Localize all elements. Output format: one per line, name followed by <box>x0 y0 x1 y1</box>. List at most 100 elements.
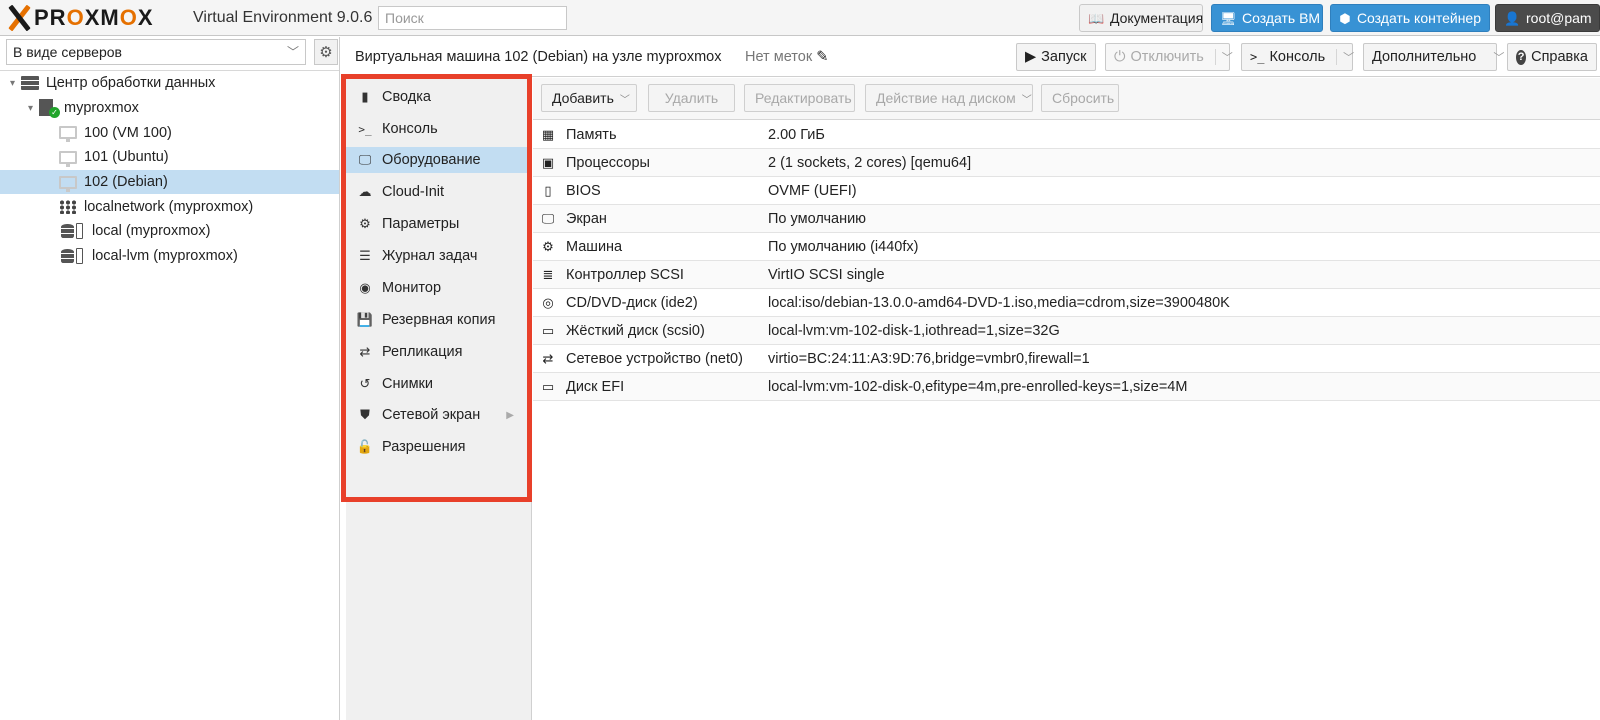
table-row[interactable]: ≣ Контроллер SCSI VirtIO SCSI single <box>533 261 1600 289</box>
chevron-down-icon: ﹀ <box>619 94 630 106</box>
hardware-value: virtio=BC:24:11:A3:9D:76,bridge=vmbr0,fi… <box>768 350 1090 367</box>
table-row[interactable]: ⇄ Сетевое устройство (net0) virtio=BC:24… <box>533 345 1600 373</box>
table-row[interactable]: ▯ BIOS OVMF (UEFI) <box>533 177 1600 205</box>
tree-item-datacenter[interactable]: ▾ Центр обработки данных <box>0 71 339 96</box>
view-mode-select[interactable]: В виде серверов ﹀ <box>6 39 306 65</box>
hardware-name: Память <box>566 126 617 143</box>
vm-icon <box>59 150 77 167</box>
tree-item-label: local-lvm (myproxmox) <box>92 248 238 265</box>
tree-item-label: Центр обработки данных <box>46 75 216 92</box>
logo-wordmark: PROXMOX <box>34 5 154 30</box>
tree-item-storage-local[interactable]: local (myproxmox) <box>0 219 339 244</box>
table-row[interactable]: 🖵 Экран По умолчанию <box>533 205 1600 233</box>
hardware-toolbar: Добавить ﹀ Удалить Редактировать Действи… <box>533 78 1600 120</box>
help-icon: ? <box>1516 49 1527 65</box>
tree-item-label: localnetwork (myproxmox) <box>84 198 254 215</box>
edit-button[interactable]: Редактировать <box>744 84 855 112</box>
disk-action-label: Действие над диском <box>876 90 1016 106</box>
expand-icon[interactable]: ▾ <box>10 78 20 89</box>
tree-item-label: 101 (Ubuntu) <box>84 149 169 166</box>
version-label: Virtual Environment 9.0.6 <box>193 9 373 26</box>
cpu-icon: ▣ <box>541 154 555 170</box>
hdd-icon: ▭ <box>541 322 555 338</box>
logo-x-icon <box>6 4 32 32</box>
expand-icon[interactable]: ▾ <box>28 103 38 114</box>
storage-icon <box>61 248 83 265</box>
hardware-value: OVMF (UEFI) <box>768 182 857 199</box>
storage-icon <box>61 223 83 240</box>
tags-area[interactable]: Нет меток ✎ <box>745 49 828 65</box>
revert-button[interactable]: Сбросить <box>1041 84 1119 112</box>
power-icon: ⏻ <box>1114 49 1126 65</box>
documentation-label: Документация <box>1110 10 1204 26</box>
view-mode-value: В виде серверов <box>13 44 122 60</box>
database-icon: ≣ <box>542 266 554 282</box>
hardware-value: local-lvm:vm-102-disk-1,iothread=1,size=… <box>768 322 1060 339</box>
proxmox-logo: PROXMOX <box>6 4 154 32</box>
tree-item-label: local (myproxmox) <box>92 223 211 240</box>
hardware-name: Жёсткий диск (scsi0) <box>566 322 705 339</box>
more-button[interactable]: Дополнительно ﹀ <box>1363 43 1504 71</box>
search-input[interactable] <box>378 6 567 30</box>
hardware-name: Экран <box>566 210 607 227</box>
console-button[interactable]: >_ Консоль ﹀ <box>1241 43 1354 71</box>
tree-item-vm-101[interactable]: 101 (Ubuntu) <box>0 145 339 170</box>
hardware-name: Контроллер SCSI <box>566 266 684 283</box>
tree-item-storage-local-lvm[interactable]: local-lvm (myproxmox) <box>0 244 339 269</box>
page-title: Виртуальная машина 102 (Debian) на узле … <box>355 49 722 65</box>
chevron-down-icon: ﹀ <box>286 45 299 59</box>
tree-item-localnetwork[interactable]: localnetwork (myproxmox) <box>0 194 339 219</box>
pencil-icon[interactable]: ✎ <box>816 49 828 65</box>
tags-label: Нет меток <box>745 49 813 65</box>
remove-button[interactable]: Удалить <box>648 84 735 112</box>
hardware-name: Машина <box>566 238 623 255</box>
hardware-name: BIOS <box>566 182 601 199</box>
user-label: root@pam <box>1526 10 1592 26</box>
network-grid-icon <box>59 199 77 214</box>
tree-item-vm-102[interactable]: 102 (Debian) <box>0 169 339 195</box>
shutdown-label: Отключить <box>1130 49 1204 65</box>
chevron-down-icon[interactable]: ﹀ <box>1336 49 1354 65</box>
table-row[interactable]: ▭ Диск EFI local-lvm:vm-102-disk-0,efity… <box>533 373 1600 401</box>
tree-settings-button[interactable]: ⚙ <box>314 39 338 65</box>
create-container-button[interactable]: ⬢ Создать контейнер <box>1330 4 1490 32</box>
documentation-button[interactable]: 📖 Документация <box>1079 4 1203 32</box>
edit-label: Редактировать <box>755 90 852 106</box>
start-button[interactable]: ▶ Запуск <box>1016 43 1096 71</box>
tree-item-label: 102 (Debian) <box>84 174 168 191</box>
create-vm-label: Создать ВМ <box>1242 10 1321 26</box>
tree-item-node[interactable]: ▾ ✓ myproxmox <box>0 96 339 121</box>
chevron-down-icon: ﹀ <box>1021 94 1032 106</box>
table-row[interactable]: ▭ Жёсткий диск (scsi0) local-lvm:vm-102-… <box>533 317 1600 345</box>
cdrom-icon: ◎ <box>542 294 554 310</box>
server-icon <box>21 76 39 91</box>
add-hardware-button[interactable]: Добавить ﹀ <box>541 84 637 112</box>
content-titlebar: Виртуальная машина 102 (Debian) на узле … <box>341 37 1600 77</box>
create-vm-button[interactable]: 🖥 Создать ВМ <box>1211 4 1323 32</box>
tree-item-vm-100[interactable]: 100 (VM 100) <box>0 120 339 145</box>
user-menu-button[interactable]: 👤 root@pam <box>1495 4 1600 32</box>
help-label: Справка <box>1531 49 1588 65</box>
start-label: Запуск <box>1041 49 1087 65</box>
desktop-icon: 🖵 <box>541 210 555 226</box>
shutdown-button[interactable]: ⏻ Отключить ﹀ <box>1105 43 1233 71</box>
more-label: Дополнительно <box>1372 49 1477 65</box>
resource-tree: ▾ Центр обработки данных ▾ ✓ myproxmox 1… <box>0 70 339 269</box>
tree-item-label: 100 (VM 100) <box>84 124 172 141</box>
hardware-value: 2.00 ГиБ <box>768 126 825 143</box>
table-row[interactable]: ◎ CD/DVD-диск (ide2) local:iso/debian-13… <box>533 289 1600 317</box>
disk-action-button[interactable]: Действие над диском ﹀ <box>865 84 1033 112</box>
node-online-icon: ✓ <box>39 99 60 119</box>
help-button[interactable]: ? Справка <box>1507 43 1597 71</box>
desktop-icon: 🖥 <box>1220 10 1237 26</box>
table-row[interactable]: ▣ Процессоры 2 (1 sockets, 2 cores) [qem… <box>533 149 1600 177</box>
vm-icon <box>59 126 77 143</box>
table-row[interactable]: ⚙ Машина По умолчанию (i440fx) <box>533 233 1600 261</box>
chevron-down-icon[interactable]: ﹀ <box>1214 49 1233 65</box>
exchange-icon: ⇄ <box>542 350 554 366</box>
cube-icon: ⬢ <box>1339 10 1351 26</box>
table-row[interactable]: ▦ Память 2.00 ГиБ <box>533 121 1600 149</box>
hardware-value: VirtIO SCSI single <box>768 266 885 283</box>
menu-highlight-annotation <box>341 74 532 502</box>
hardware-value: local:iso/debian-13.0.0-amd64-DVD-1.iso,… <box>768 294 1230 311</box>
